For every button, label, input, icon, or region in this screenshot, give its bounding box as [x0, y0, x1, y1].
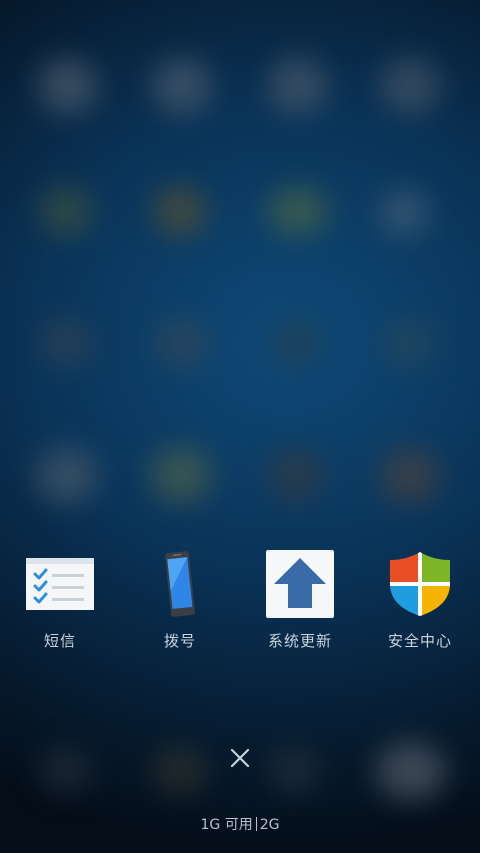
memory-total: 2G [259, 817, 280, 833]
recent-app-phone[interactable]: 拨号 [120, 548, 240, 668]
recent-apps-row: 短信 拨号 系统更新 安全中心 [0, 548, 480, 668]
security-shield-icon [384, 548, 456, 620]
memory-separator [255, 817, 257, 831]
sms-checklist-icon [24, 548, 96, 620]
recent-app-system-update[interactable]: 系统更新 [240, 548, 360, 668]
memory-available: 1G 可用 [200, 817, 253, 833]
clear-recents-button[interactable] [222, 740, 258, 776]
recent-app-sms[interactable]: 短信 [0, 548, 120, 668]
phone-icon [144, 548, 216, 620]
system-update-arrow-icon [264, 548, 336, 620]
blurred-homescreen-background [0, 0, 480, 853]
memory-status: 1G 可用 2G [0, 816, 480, 834]
close-icon [230, 748, 250, 768]
recent-app-label: 拨号 [163, 632, 196, 650]
recent-app-label: 短信 [43, 632, 76, 650]
recent-app-label: 安全中心 [387, 632, 452, 650]
recent-app-label: 系统更新 [267, 632, 332, 650]
recent-app-security-center[interactable]: 安全中心 [360, 548, 480, 668]
